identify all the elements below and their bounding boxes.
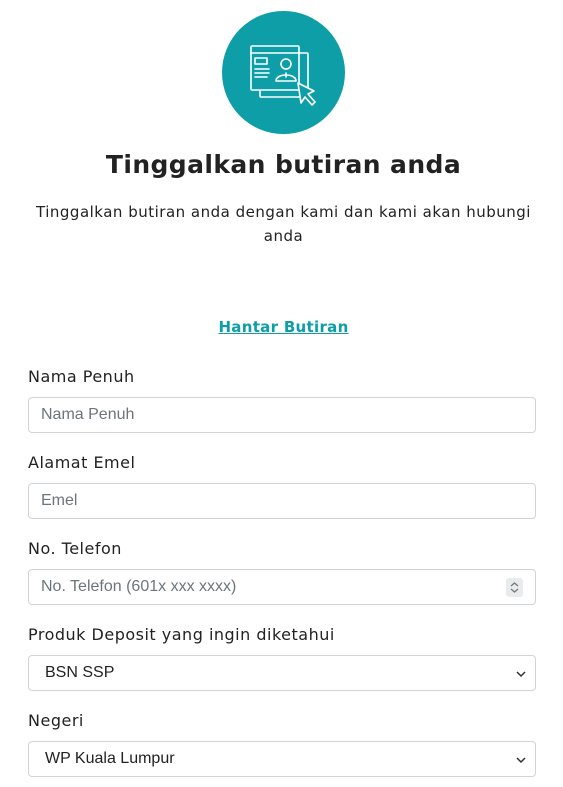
phone-input[interactable] <box>29 570 535 604</box>
product-label: Produk Deposit yang ingin diketahui <box>28 625 335 644</box>
email-field-box <box>28 483 536 519</box>
email-label: Alamat Emel <box>28 453 136 472</box>
full-name-input[interactable] <box>29 398 535 432</box>
full-name-field-box <box>28 397 536 433</box>
spinner-arrows-icon <box>510 582 519 593</box>
product-selected-value: BSN SSP <box>45 664 115 681</box>
state-select[interactable]: WP Kuala Lumpur <box>28 741 536 777</box>
page-subtitle: Tinggalkan butiran anda dengan kami dan … <box>36 203 531 245</box>
state-selected-value: WP Kuala Lumpur <box>45 750 175 767</box>
page-title: Tinggalkan butiran anda <box>105 150 462 179</box>
chevron-down-icon <box>516 757 526 764</box>
chevron-down-icon <box>516 671 526 678</box>
phone-field-box <box>28 569 536 605</box>
submit-details-link[interactable]: Hantar Butiran <box>0 318 563 336</box>
number-spinner[interactable] <box>506 578 523 597</box>
email-input[interactable] <box>29 484 535 518</box>
phone-label: No. Telefon <box>28 539 122 558</box>
product-select[interactable]: BSN SSP <box>28 655 536 691</box>
full-name-label: Nama Penuh <box>28 367 135 386</box>
contact-form-icon <box>250 45 316 106</box>
state-label: Negeri <box>28 711 84 730</box>
hero-icon-circle <box>222 11 345 134</box>
